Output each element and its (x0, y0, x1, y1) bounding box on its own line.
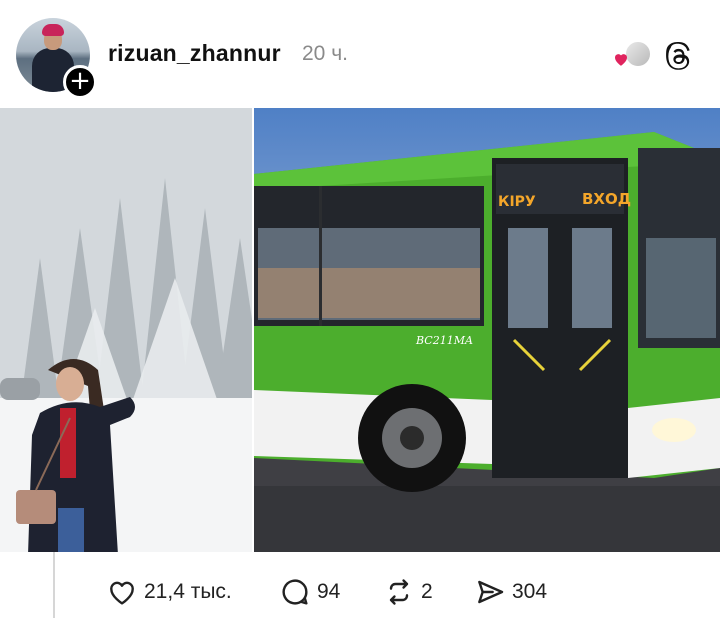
comment-button[interactable]: 94 (279, 570, 340, 614)
comment-count: 94 (317, 580, 341, 603)
bus-sign-right: ВХОД (582, 190, 632, 208)
author-username[interactable]: rizuan_zhannur (108, 40, 281, 67)
post-header: + rizuan_zhannur 20 ч. (0, 0, 720, 108)
like-count: 21,4 тыс. (144, 580, 232, 603)
post-actions: 21,4 тыс. 94 2 304 (0, 570, 720, 614)
like-button[interactable]: 21,4 тыс. (106, 570, 232, 614)
send-icon (478, 580, 504, 604)
follow-plus-icon[interactable]: + (63, 65, 97, 99)
share-count: 304 (512, 580, 548, 603)
photo-green-bus[interactable]: КІРУ ВХОД BC211MA (254, 108, 720, 552)
photo-woman-snowy-forest[interactable] (0, 108, 252, 552)
threads-logo-icon[interactable] (666, 42, 692, 70)
share-button[interactable]: 304 (474, 570, 547, 614)
comment-bubble-icon (282, 579, 308, 605)
bus-illustration (254, 108, 720, 552)
repost-count: 2 (421, 580, 433, 603)
heart-outline-icon (110, 581, 134, 605)
snowy-forest-illustration (0, 108, 252, 552)
post-timestamp: 20 ч. (302, 42, 348, 65)
bus-plate: BC211MA (416, 334, 473, 347)
heart-filled-icon (615, 54, 627, 66)
post-media[interactable]: КІРУ ВХОД BC211MA (0, 108, 720, 552)
bus-sign-left: КІРУ (498, 194, 536, 210)
author-avatar[interactable]: + (16, 18, 97, 99)
liked-by-avatar[interactable] (612, 40, 654, 70)
repost-icon (389, 579, 409, 605)
repost-button[interactable]: 2 (383, 570, 433, 614)
